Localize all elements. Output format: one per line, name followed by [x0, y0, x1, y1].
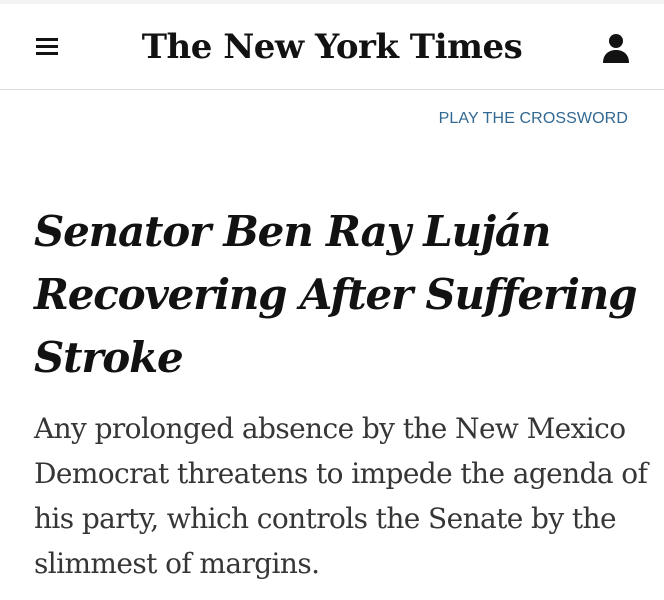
user-account-icon	[603, 34, 629, 63]
play-crossword-link[interactable]: PLAY THE CROSSWORD	[439, 110, 628, 128]
account-button[interactable]	[600, 32, 632, 66]
nyt-logo[interactable]: The New York Times	[0, 20, 664, 74]
article-summary: Any prolonged absence by the New Mexico …	[34, 412, 648, 580]
article-headline[interactable]: Senator Ben Ray Luján Recovering After S…	[34, 200, 644, 389]
masthead: The New York Times	[0, 0, 664, 90]
top-edge-strip	[0, 0, 664, 4]
